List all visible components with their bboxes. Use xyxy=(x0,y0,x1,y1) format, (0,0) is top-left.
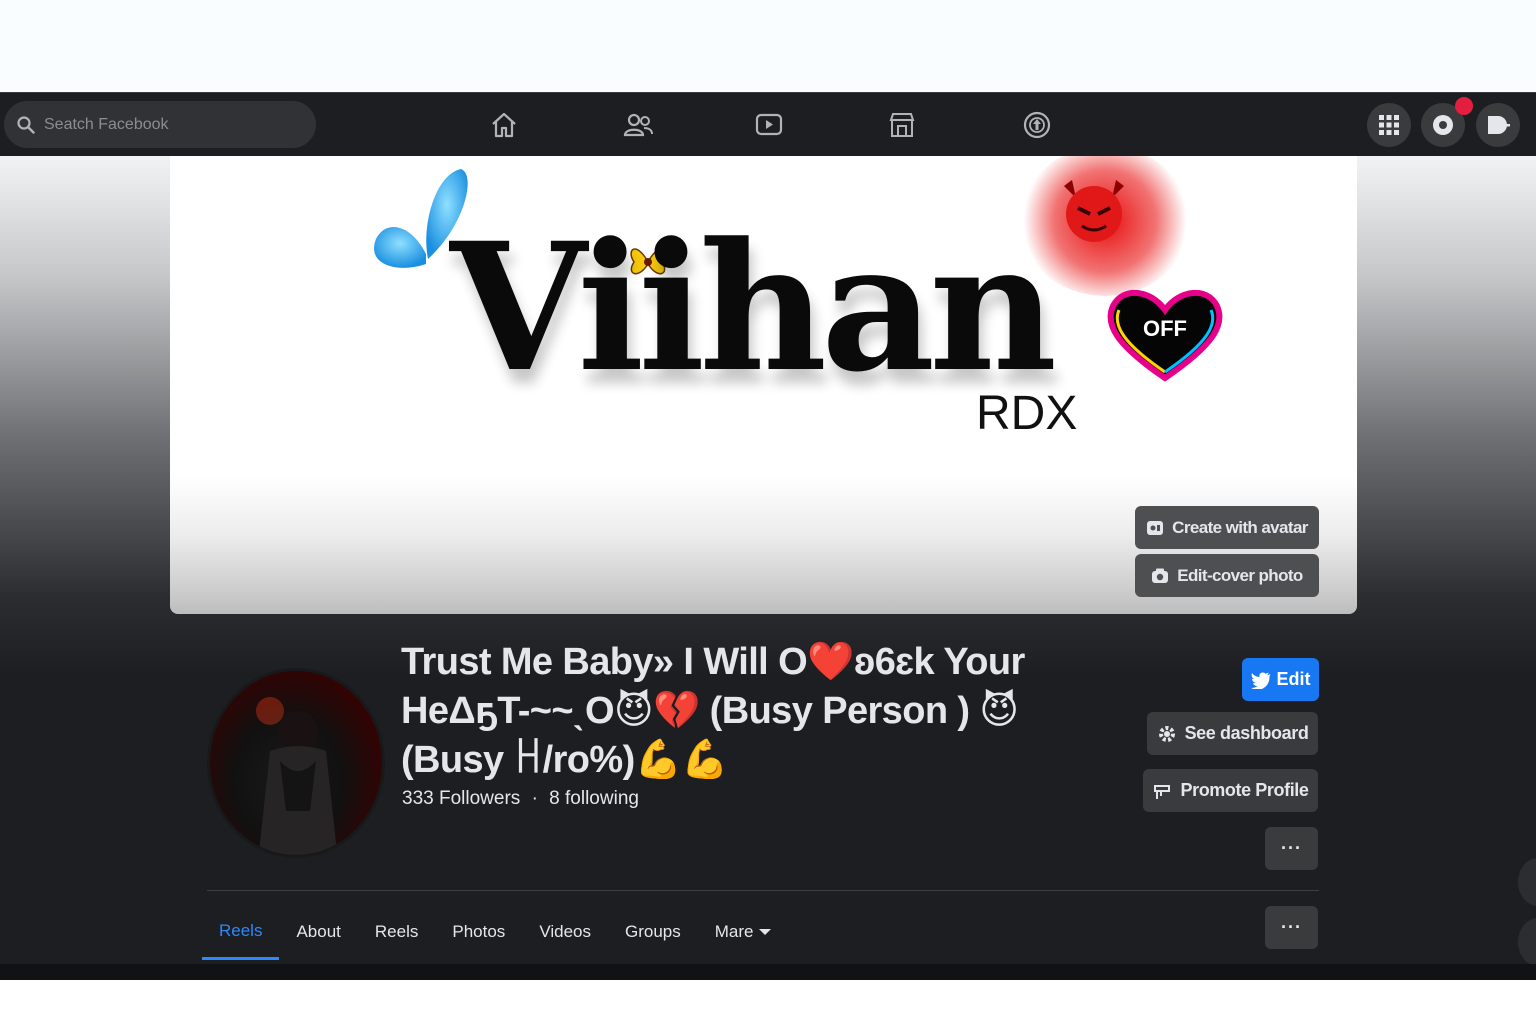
tab-reels[interactable]: Reels xyxy=(202,904,280,960)
gear-icon xyxy=(1158,725,1175,742)
camera-icon xyxy=(1152,568,1169,583)
profile-tabs: Reels About Reels Photos Videos Groups M… xyxy=(202,904,788,964)
browser-top-area xyxy=(0,0,1536,92)
edit-cover-photo-button[interactable]: Edit-cover photo xyxy=(1135,554,1319,597)
tab-about[interactable]: About xyxy=(279,904,357,960)
edit-profile-label: Edit xyxy=(1276,669,1311,689)
following-count[interactable]: 8 following xyxy=(549,788,639,809)
marketplace-icon[interactable] xyxy=(882,105,922,145)
notification-dot xyxy=(1455,97,1473,115)
cover-name-text: Viihan xyxy=(450,204,1057,411)
watch-icon[interactable] xyxy=(749,105,789,145)
messenger-icon[interactable] xyxy=(1421,97,1473,147)
edit-profile-button[interactable]: Edit xyxy=(1242,658,1319,701)
profile-name-title: Trust Me Baby» I Will O❤️ʚ6ɛk Your HeΔҕT… xyxy=(401,641,1025,781)
promote-profile-button[interactable]: Promote Profile xyxy=(1143,769,1318,812)
caret-down-icon xyxy=(759,929,772,935)
search-bar[interactable] xyxy=(4,101,316,148)
create-with-avatar-label: Create with avatar xyxy=(1172,517,1308,537)
followers-row: 333 Followers · 8 following xyxy=(402,788,639,810)
friends-icon[interactable] xyxy=(618,105,658,145)
search-icon xyxy=(16,115,36,135)
tab-more-label: Mare xyxy=(714,922,754,941)
tab-more[interactable]: Mare xyxy=(698,904,789,960)
home-icon[interactable] xyxy=(484,105,524,145)
cover-subtitle-text: RDX xyxy=(976,387,1078,440)
search-input[interactable] xyxy=(44,115,284,134)
tab-videos[interactable]: Videos xyxy=(522,904,608,960)
tabs-more-dots-icon: ··· xyxy=(1281,917,1302,937)
followers-count[interactable]: 333 Followers xyxy=(402,788,520,809)
account-icon[interactable] xyxy=(1476,103,1520,147)
megaphone-icon xyxy=(1154,784,1171,799)
edit-cover-photo-label: Edit-cover photo xyxy=(1177,565,1303,585)
profile-avatar[interactable] xyxy=(207,668,385,858)
edge-circle-button-2[interactable] xyxy=(1518,918,1536,966)
tabs-more-button[interactable]: ··· xyxy=(1265,906,1318,949)
profile-page: Viihan RDX OFF Create with avatar Edit-c… xyxy=(0,156,1536,980)
create-with-avatar-button[interactable]: Create with avatar xyxy=(1135,506,1319,549)
top-navbar xyxy=(0,92,1536,156)
avatar-figure xyxy=(256,697,338,855)
promote-profile-label: Promote Profile xyxy=(1180,780,1309,800)
cover-photo: Viihan RDX OFF Create with avatar Edit-c… xyxy=(170,156,1357,614)
tab-groups[interactable]: Groups xyxy=(608,904,698,960)
menu-grid-icon[interactable] xyxy=(1367,103,1411,147)
profile-more-button[interactable]: ··· xyxy=(1265,827,1318,870)
followers-separator: · xyxy=(531,788,538,809)
bird-icon xyxy=(1250,672,1270,689)
tab-reels-2[interactable]: Reels xyxy=(358,904,435,960)
avatar-icon xyxy=(1147,520,1164,535)
see-dashboard-button[interactable]: See dashboard xyxy=(1147,712,1318,755)
groups-icon[interactable] xyxy=(1017,105,1057,145)
tabs-divider xyxy=(207,890,1319,891)
edge-circle-button[interactable] xyxy=(1518,858,1536,906)
see-dashboard-label: See dashboard xyxy=(1184,723,1309,743)
more-dots-icon: ··· xyxy=(1281,838,1302,858)
devil-emoji-icon xyxy=(1064,180,1124,242)
heart-badge-text: OFF xyxy=(1143,316,1187,341)
tab-photos[interactable]: Photos xyxy=(435,904,522,960)
bottom-bar xyxy=(0,964,1536,980)
